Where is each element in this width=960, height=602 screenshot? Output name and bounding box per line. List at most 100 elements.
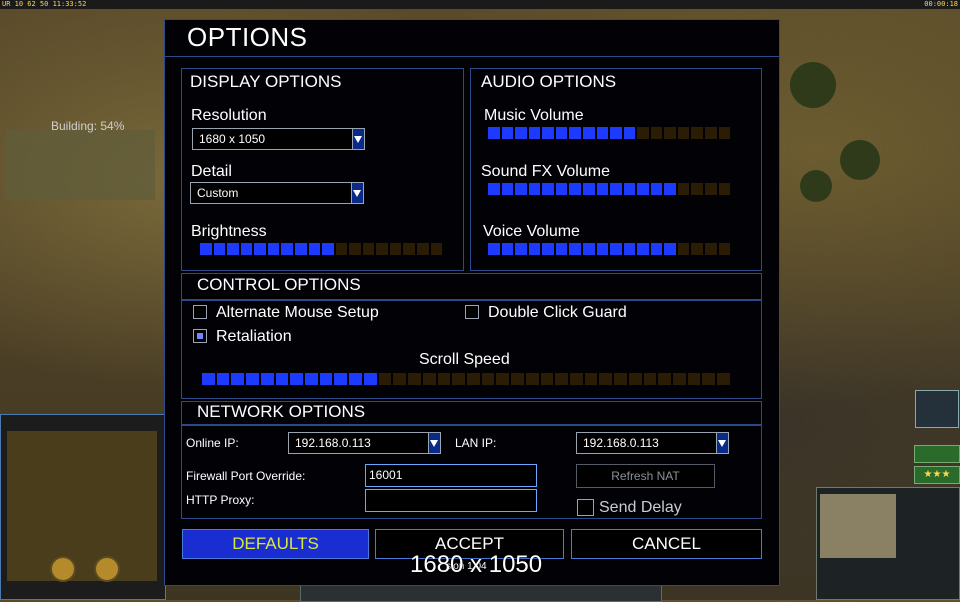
slider-segment[interactable] bbox=[240, 243, 253, 255]
slider-segment[interactable] bbox=[437, 373, 451, 385]
detail-dropdown[interactable]: Custom bbox=[190, 182, 364, 204]
slider-segment[interactable] bbox=[677, 243, 690, 255]
refresh-nat-button[interactable]: Refresh NAT bbox=[576, 464, 715, 488]
chevron-down-button[interactable] bbox=[914, 445, 960, 463]
slider-segment[interactable] bbox=[260, 373, 274, 385]
http-proxy-input[interactable] bbox=[365, 489, 537, 512]
slider-segment[interactable] bbox=[376, 243, 388, 255]
minimap[interactable] bbox=[0, 414, 166, 600]
slider-segment[interactable] bbox=[596, 183, 609, 195]
slider-segment[interactable] bbox=[691, 127, 703, 139]
slider-segment[interactable] bbox=[623, 183, 636, 195]
slider-segment[interactable] bbox=[569, 373, 583, 385]
alternate-mouse-checkbox[interactable] bbox=[193, 305, 207, 319]
slider-segment[interactable] bbox=[515, 183, 527, 195]
slider-segment[interactable] bbox=[664, 243, 676, 255]
slider-segment[interactable] bbox=[216, 373, 230, 385]
slider-segment[interactable] bbox=[525, 373, 539, 385]
slider-segment[interactable] bbox=[702, 373, 716, 385]
slider-segment[interactable] bbox=[658, 373, 671, 385]
slider-segment[interactable] bbox=[417, 243, 429, 255]
slider-segment[interactable] bbox=[511, 373, 524, 385]
slider-segment[interactable] bbox=[705, 183, 717, 195]
slider-segment[interactable] bbox=[422, 373, 436, 385]
slider-segment[interactable] bbox=[308, 243, 321, 255]
slider-segment[interactable] bbox=[501, 183, 514, 195]
slider-segment[interactable] bbox=[452, 373, 465, 385]
slider-segment[interactable] bbox=[501, 127, 514, 139]
slider-segment[interactable] bbox=[650, 127, 663, 139]
slider-segment[interactable] bbox=[650, 243, 663, 255]
slider-segment[interactable] bbox=[637, 183, 649, 195]
slider-segment[interactable] bbox=[334, 373, 348, 385]
slider-segment[interactable] bbox=[555, 243, 568, 255]
slider-segment[interactable] bbox=[596, 127, 609, 139]
online-ip-dropdown[interactable]: 192.168.0.113 bbox=[288, 432, 441, 454]
slider-segment[interactable] bbox=[643, 373, 657, 385]
slider-segment[interactable] bbox=[718, 127, 731, 139]
slider-segment[interactable] bbox=[515, 127, 527, 139]
slider-segment[interactable] bbox=[349, 243, 361, 255]
slider-segment[interactable] bbox=[202, 373, 215, 385]
slider-segment[interactable] bbox=[637, 243, 649, 255]
minimap-button-icon[interactable] bbox=[94, 556, 120, 582]
slider-segment[interactable] bbox=[542, 183, 554, 195]
retaliation-checkbox[interactable] bbox=[193, 329, 207, 343]
slider-segment[interactable] bbox=[528, 183, 541, 195]
slider-segment[interactable] bbox=[227, 243, 239, 255]
slider-segment[interactable] bbox=[542, 127, 554, 139]
voice-volume-slider[interactable] bbox=[488, 243, 731, 257]
music-volume-slider[interactable] bbox=[488, 127, 731, 141]
slider-segment[interactable] bbox=[664, 127, 676, 139]
cancel-button[interactable]: CANCEL bbox=[571, 529, 762, 559]
chevron-down-icon[interactable] bbox=[352, 129, 364, 149]
slider-segment[interactable] bbox=[540, 373, 554, 385]
slider-segment[interactable] bbox=[623, 127, 636, 139]
slider-segment[interactable] bbox=[322, 243, 334, 255]
slider-segment[interactable] bbox=[569, 183, 581, 195]
slider-segment[interactable] bbox=[664, 183, 676, 195]
slider-segment[interactable] bbox=[718, 243, 731, 255]
brightness-slider[interactable] bbox=[200, 243, 443, 257]
slider-segment[interactable] bbox=[335, 243, 348, 255]
slider-segment[interactable] bbox=[596, 243, 609, 255]
slider-segment[interactable] bbox=[430, 243, 443, 255]
slider-segment[interactable] bbox=[496, 373, 510, 385]
firewall-port-input[interactable]: 16001 bbox=[365, 464, 537, 487]
slider-segment[interactable] bbox=[501, 243, 514, 255]
slider-segment[interactable] bbox=[363, 373, 377, 385]
slider-segment[interactable] bbox=[393, 373, 407, 385]
slider-segment[interactable] bbox=[466, 373, 480, 385]
slider-segment[interactable] bbox=[623, 243, 636, 255]
slider-segment[interactable] bbox=[246, 373, 259, 385]
slider-segment[interactable] bbox=[362, 243, 375, 255]
slider-segment[interactable] bbox=[610, 127, 622, 139]
slider-segment[interactable] bbox=[378, 373, 392, 385]
double-click-guard-checkbox[interactable] bbox=[465, 305, 479, 319]
slider-segment[interactable] bbox=[628, 373, 642, 385]
slider-segment[interactable] bbox=[718, 183, 731, 195]
slider-segment[interactable] bbox=[267, 243, 280, 255]
slider-segment[interactable] bbox=[584, 373, 598, 385]
slider-segment[interactable] bbox=[582, 243, 595, 255]
slider-segment[interactable] bbox=[610, 243, 622, 255]
slider-segment[interactable] bbox=[281, 243, 293, 255]
slider-segment[interactable] bbox=[582, 127, 595, 139]
slider-segment[interactable] bbox=[691, 243, 703, 255]
slider-segment[interactable] bbox=[254, 243, 266, 255]
slider-segment[interactable] bbox=[614, 373, 627, 385]
slider-segment[interactable] bbox=[231, 373, 245, 385]
slider-segment[interactable] bbox=[650, 183, 663, 195]
satellite-icon[interactable] bbox=[915, 390, 959, 428]
slider-segment[interactable] bbox=[200, 243, 212, 255]
defaults-button[interactable]: DEFAULTS bbox=[182, 529, 369, 559]
slider-segment[interactable] bbox=[555, 127, 568, 139]
slider-segment[interactable] bbox=[403, 243, 415, 255]
minimap-terrain[interactable] bbox=[7, 431, 157, 581]
slider-segment[interactable] bbox=[528, 127, 541, 139]
chevron-down-icon[interactable] bbox=[428, 433, 440, 453]
slider-segment[interactable] bbox=[673, 373, 686, 385]
resolution-dropdown[interactable]: 1680 x 1050 bbox=[192, 128, 365, 150]
slider-segment[interactable] bbox=[705, 127, 717, 139]
slider-segment[interactable] bbox=[305, 373, 318, 385]
